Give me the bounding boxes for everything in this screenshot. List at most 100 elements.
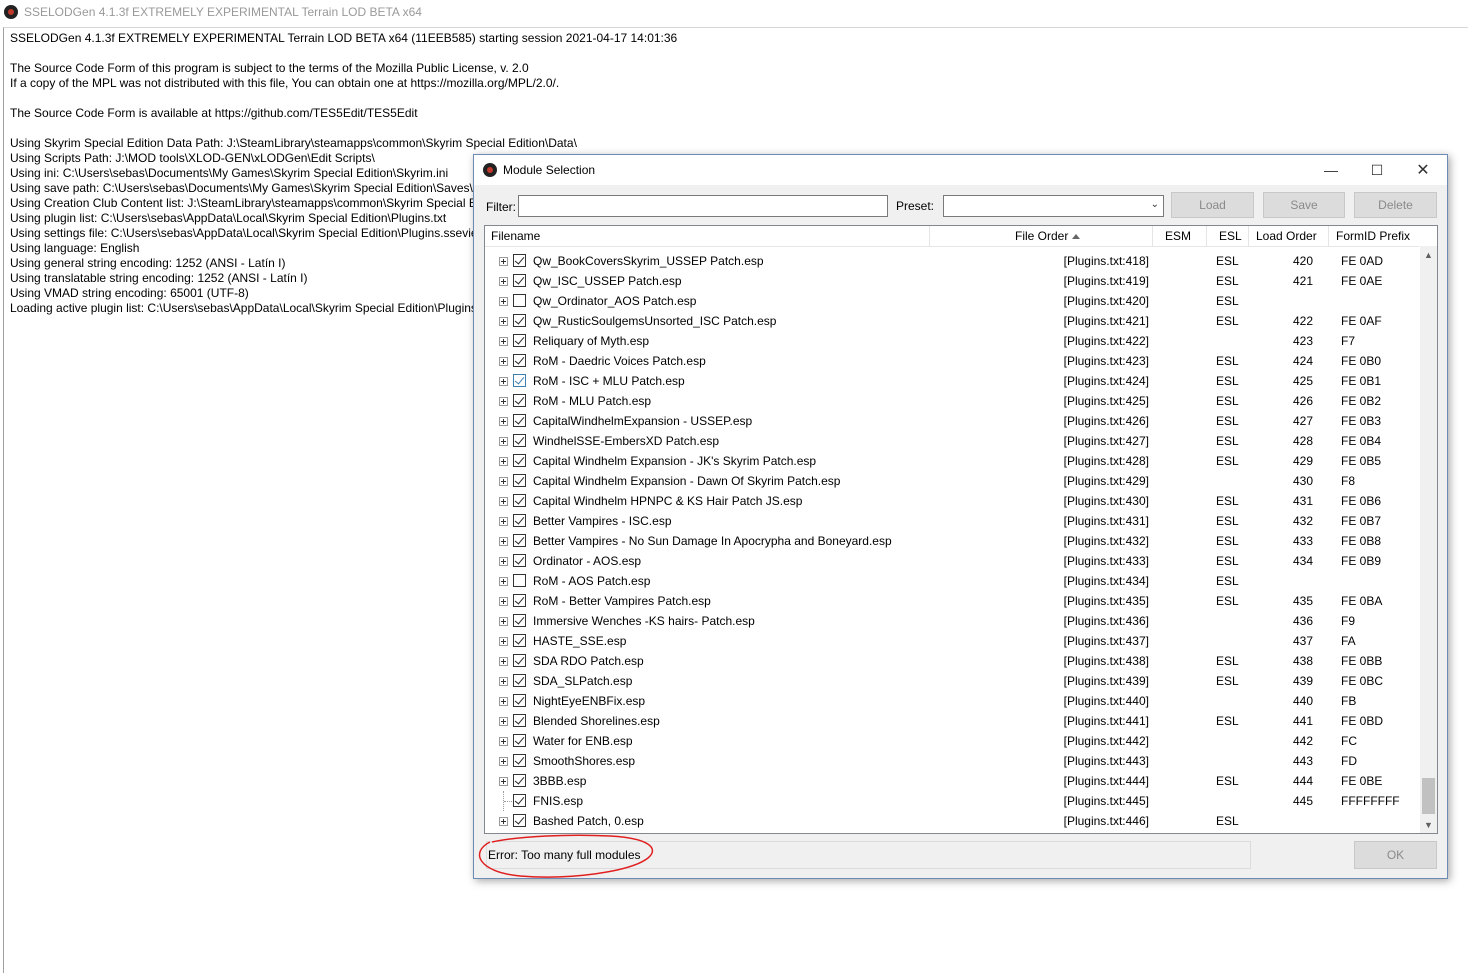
- save-button[interactable]: Save: [1263, 192, 1345, 218]
- module-checkbox[interactable]: [513, 434, 526, 447]
- table-row[interactable]: RoM - Daedric Voices Patch.esp [Plugins.t…: [485, 351, 1419, 371]
- expand-plus-icon[interactable]: [499, 397, 508, 406]
- expand-plus-icon[interactable]: [499, 697, 508, 706]
- table-row[interactable]: HASTE_SSE.esp [Plugins.txt:437] 437 FA: [485, 631, 1419, 651]
- module-checkbox[interactable]: [513, 374, 526, 387]
- module-checkbox[interactable]: [513, 514, 526, 527]
- module-checkbox[interactable]: [513, 794, 526, 807]
- delete-button[interactable]: Delete: [1354, 192, 1437, 218]
- table-row[interactable]: Capital Windhelm Expansion - JK's Skyrim…: [485, 451, 1419, 471]
- table-row[interactable]: Ordinator - AOS.esp [Plugins.txt:433] ESL 4…: [485, 551, 1419, 571]
- expand-plus-icon[interactable]: [499, 337, 508, 346]
- expand-plus-icon[interactable]: [499, 537, 508, 546]
- expand-plus-icon[interactable]: [499, 637, 508, 646]
- module-checkbox[interactable]: [513, 754, 526, 767]
- table-row[interactable]: Qw_Ordinator_AOS Patch.esp [Plugins.txt:4…: [485, 291, 1419, 311]
- table-row[interactable]: 3BBB.esp [Plugins.txt:444] ESL 444 FE 0BE: [485, 771, 1419, 791]
- expand-plus-icon[interactable]: [499, 617, 508, 626]
- table-row[interactable]: SDA_SLPatch.esp [Plugins.txt:439] ESL 439 FE…: [485, 671, 1419, 691]
- filter-input[interactable]: [518, 195, 888, 217]
- module-checkbox[interactable]: [513, 394, 526, 407]
- module-checkbox[interactable]: [513, 554, 526, 567]
- expand-plus-icon[interactable]: [499, 437, 508, 446]
- load-button[interactable]: Load: [1171, 192, 1254, 218]
- table-row[interactable]: RoM - MLU Patch.esp [Plugins.txt:425] ESL 4…: [485, 391, 1419, 411]
- table-row[interactable]: Bashed Patch, 0.esp [Plugins.txt:446] ESL: [485, 811, 1419, 831]
- table-row[interactable]: RoM - AOS Patch.esp [Plugins.txt:434] ESL: [485, 571, 1419, 591]
- module-checkbox[interactable]: [513, 774, 526, 787]
- expand-plus-icon[interactable]: [499, 357, 508, 366]
- module-checkbox[interactable]: [513, 274, 526, 287]
- table-row[interactable]: Better Vampires - No Sun Damage In Apocr…: [485, 531, 1419, 551]
- module-checkbox[interactable]: [513, 694, 526, 707]
- column-header-file-order[interactable]: File Order: [930, 226, 1153, 246]
- column-header-filename[interactable]: Filename: [485, 226, 930, 246]
- table-row[interactable]: Qw_ISC_USSEP Patch.esp [Plugins.txt:419] E…: [485, 271, 1419, 291]
- expand-plus-icon[interactable]: [499, 497, 508, 506]
- module-checkbox[interactable]: [513, 574, 526, 587]
- expand-plus-icon[interactable]: [499, 757, 508, 766]
- module-checkbox[interactable]: [513, 294, 526, 307]
- expand-plus-icon[interactable]: [499, 377, 508, 386]
- expand-plus-icon[interactable]: [499, 517, 508, 526]
- column-header-formid-prefix[interactable]: FormID Prefix: [1329, 226, 1419, 246]
- module-checkbox[interactable]: [513, 454, 526, 467]
- module-checkbox[interactable]: [513, 494, 526, 507]
- module-checkbox[interactable]: [513, 654, 526, 667]
- maximize-icon[interactable]: ☐: [1354, 155, 1400, 185]
- table-row[interactable]: RoM - Better Vampires Patch.esp [Plugins.…: [485, 591, 1419, 611]
- column-header-load-order[interactable]: Load Order: [1249, 226, 1329, 246]
- module-checkbox[interactable]: [513, 814, 526, 827]
- close-icon[interactable]: ✕: [1400, 155, 1446, 185]
- module-checkbox[interactable]: [513, 634, 526, 647]
- table-row[interactable]: FNIS.esp [Plugins.txt:445] 445 FFFFFFFF: [485, 791, 1419, 811]
- table-row[interactable]: NightEyeENBFix.esp [Plugins.txt:440] 440 FB: [485, 691, 1419, 711]
- module-checkbox[interactable]: [513, 594, 526, 607]
- table-row[interactable]: Immersive Wenches -KS hairs- Patch.esp [P…: [485, 611, 1419, 631]
- table-row[interactable]: Capital Windhelm HPNPC & KS Hair Patch J…: [485, 491, 1419, 511]
- expand-plus-icon[interactable]: [499, 577, 508, 586]
- module-checkbox[interactable]: [513, 354, 526, 367]
- module-grid[interactable]: Filename File Order ESM ESL Load Order F…: [484, 225, 1438, 834]
- module-checkbox[interactable]: [513, 314, 526, 327]
- table-row[interactable]: Blended Shorelines.esp [Plugins.txt:441] E…: [485, 711, 1419, 731]
- column-header-esl[interactable]: ESL: [1207, 226, 1249, 246]
- table-row[interactable]: Better Vampires - ISC.esp [Plugins.txt:43…: [485, 511, 1419, 531]
- chevron-down-icon[interactable]: ⌄: [1151, 199, 1159, 210]
- expand-plus-icon[interactable]: [499, 737, 508, 746]
- table-row[interactable]: RoM - ISC + MLU Patch.esp [Plugins.txt:42…: [485, 371, 1419, 391]
- scroll-up-icon[interactable]: ▲: [1420, 246, 1437, 263]
- expand-plus-icon[interactable]: [499, 257, 508, 266]
- module-checkbox[interactable]: [513, 714, 526, 727]
- expand-plus-icon[interactable]: [499, 557, 508, 566]
- scroll-down-icon[interactable]: ▼: [1420, 816, 1437, 833]
- expand-plus-icon[interactable]: [499, 817, 508, 826]
- expand-plus-icon[interactable]: [499, 297, 508, 306]
- table-row[interactable]: WindhelSSE-EmbersXD Patch.esp [Plugins.tx…: [485, 431, 1419, 451]
- ok-button[interactable]: OK: [1354, 841, 1437, 869]
- expand-plus-icon[interactable]: [499, 677, 508, 686]
- expand-plus-icon[interactable]: [499, 417, 508, 426]
- table-row[interactable]: Water for ENB.esp [Plugins.txt:442] 442 FC: [485, 731, 1419, 751]
- column-header-esm[interactable]: ESM: [1153, 226, 1207, 246]
- expand-plus-icon[interactable]: [499, 717, 508, 726]
- table-row[interactable]: SDA RDO Patch.esp [Plugins.txt:438] ESL 438…: [485, 651, 1419, 671]
- module-checkbox[interactable]: [513, 414, 526, 427]
- module-checkbox[interactable]: [513, 674, 526, 687]
- expand-plus-icon[interactable]: [499, 317, 508, 326]
- table-row[interactable]: Reliquary of Myth.esp [Plugins.txt:422] 42…: [485, 331, 1419, 351]
- expand-plus-icon[interactable]: [499, 777, 508, 786]
- expand-plus-icon[interactable]: [499, 597, 508, 606]
- expand-plus-icon[interactable]: [499, 277, 508, 286]
- module-checkbox[interactable]: [513, 334, 526, 347]
- expand-plus-icon[interactable]: [499, 657, 508, 666]
- expand-plus-icon[interactable]: [499, 477, 508, 486]
- expand-plus-icon[interactable]: [499, 457, 508, 466]
- minimize-icon[interactable]: —: [1308, 155, 1354, 185]
- table-row[interactable]: Capital Windhelm Expansion - Dawn Of Sky…: [485, 471, 1419, 491]
- table-row[interactable]: Qw_RusticSoulgemsUnsorted_ISC Patch.esp […: [485, 311, 1419, 331]
- table-row[interactable]: SmoothShores.esp [Plugins.txt:443] 443 FD: [485, 751, 1419, 771]
- table-row[interactable]: Qw_BookCoversSkyrim_USSEP Patch.esp [Plug…: [485, 251, 1419, 271]
- scrollbar-thumb[interactable]: [1422, 778, 1435, 814]
- module-checkbox[interactable]: [513, 254, 526, 267]
